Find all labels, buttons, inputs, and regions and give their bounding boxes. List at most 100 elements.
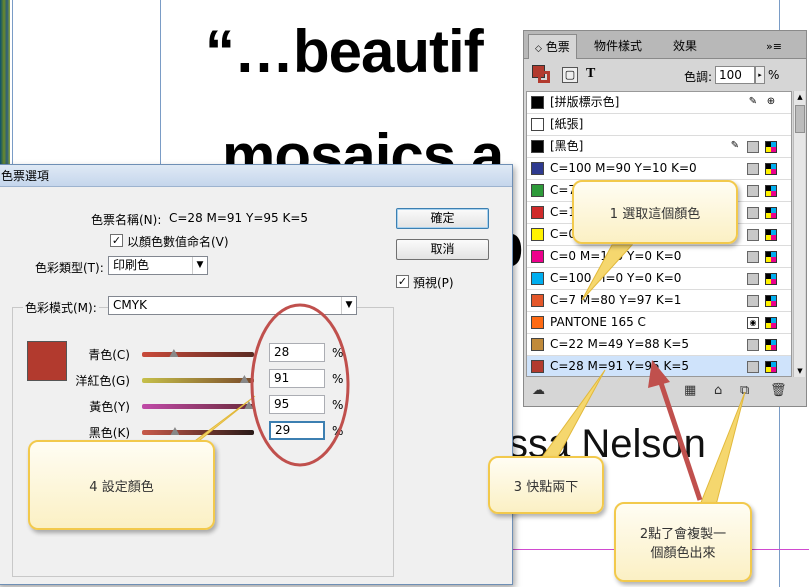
cmyk-mode-icon xyxy=(765,229,777,241)
cmyk-mode-icon xyxy=(765,141,777,153)
preview-checkbox[interactable]: ✓ xyxy=(396,275,409,288)
yellow-value-input[interactable]: 95 xyxy=(269,395,325,414)
no-edit-icon: ✎ xyxy=(748,96,758,107)
fill-stroke-icon[interactable] xyxy=(532,65,550,83)
percent-sign: % xyxy=(332,424,344,438)
process-color-icon xyxy=(747,229,759,241)
new-swatch-icon[interactable]: ⧉ xyxy=(740,384,749,398)
text-formatting-icon[interactable]: T xyxy=(586,66,595,82)
channel-label: 青色(C) xyxy=(88,348,130,362)
color-type-value: 印刷色 xyxy=(113,258,150,272)
process-color-icon xyxy=(747,273,759,285)
swatch-color-chip xyxy=(531,162,544,175)
delete-swatch-icon[interactable]: 🗑 xyxy=(770,384,787,398)
swatch-color-chip xyxy=(531,360,544,373)
callout-2-pointer xyxy=(699,391,746,506)
cloud-library-icon[interactable]: ☁ xyxy=(532,384,545,398)
spot-color-icon: ◉ xyxy=(747,317,759,329)
callout-text: 3 快點兩下 xyxy=(513,479,579,495)
swatch-row[interactable]: [拼版標示色] ⊕ ✎ xyxy=(527,92,791,114)
cmyk-mode-icon xyxy=(765,273,777,285)
cmyk-mode-icon xyxy=(765,361,777,373)
panel-footer: ☁ ▦ ⌂ ⧉ 🗑 xyxy=(524,378,806,406)
percent-sign: % xyxy=(332,346,344,360)
swatch-name: C=0 M=100 Y=0 K=0 xyxy=(550,249,682,263)
tint-label: 色調: xyxy=(684,70,713,84)
scroll-up-arrow[interactable]: ▲ xyxy=(794,91,806,103)
swatch-row[interactable]: [黑色] ✎ xyxy=(527,136,791,158)
swatch-row[interactable]: C=100 M=90 Y=10 K=0 xyxy=(527,158,791,180)
process-color-icon xyxy=(747,295,759,307)
panel-menu-button[interactable]: »≡ xyxy=(760,34,788,59)
swatch-row[interactable]: C=28 M=91 Y=95 K=5 xyxy=(527,356,791,376)
swatch-name: C=100 M=90 Y=10 K=0 xyxy=(550,161,697,175)
document-headline-line1: “…beautif xyxy=(205,18,484,85)
new-color-group-icon[interactable]: ⌂ xyxy=(714,384,722,398)
scroll-thumb[interactable] xyxy=(795,105,805,133)
callout-text: 1 選取這個顏色 xyxy=(609,206,701,222)
swatch-name-value: C=28 M=91 Y=95 K=5 xyxy=(169,211,309,225)
yellow-slider-track[interactable] xyxy=(142,404,254,409)
swatch-row[interactable]: C=0 M=100 Y=0 K=0 xyxy=(527,246,791,268)
process-color-icon xyxy=(747,185,759,197)
swatch-name: C=7 M=80 Y=97 K=1 xyxy=(550,293,682,307)
magenta-value-input[interactable]: 91 xyxy=(269,369,325,388)
tab-label: 色票 xyxy=(545,40,570,54)
cmyk-mode-icon xyxy=(765,317,777,329)
scroll-down-arrow[interactable]: ▼ xyxy=(794,365,806,377)
callout-select-color: 1 選取這個顏色 xyxy=(572,180,738,244)
swatch-color-chip xyxy=(531,140,544,153)
channel-label: 黑色(K) xyxy=(88,426,130,440)
swatch-list-scrollbar[interactable]: ▲ ▼ xyxy=(793,91,805,377)
swatch-row[interactable]: [紙張] xyxy=(527,114,791,136)
cmyk-mode-icon xyxy=(765,339,777,351)
black-slider-track[interactable] xyxy=(142,430,254,435)
tab-effects[interactable]: 效果 xyxy=(667,34,703,59)
tint-dropdown-arrow[interactable]: ▸ xyxy=(755,66,765,84)
swatch-name: C=28 M=91 Y=95 K=5 xyxy=(550,359,690,373)
tab-label: 效果 xyxy=(673,39,698,53)
swatch-row[interactable]: C=7 M=80 Y=97 K=1 xyxy=(527,290,791,312)
preview-label: 預視(P) xyxy=(413,276,454,290)
color-mode-label: 色彩模式(M): xyxy=(23,299,99,316)
swatch-color-chip xyxy=(531,184,544,197)
cancel-button[interactable]: 取消 xyxy=(396,239,489,260)
cmyk-mode-icon xyxy=(765,163,777,175)
dialog-titlebar[interactable]: 色票選項 xyxy=(0,165,512,187)
tint-unit: % xyxy=(768,68,780,82)
cyan-value-input[interactable]: 28 xyxy=(269,343,325,362)
swatch-color-chip xyxy=(531,338,544,351)
swatch-row[interactable]: C=100 M=0 Y=0 K=0 xyxy=(527,268,791,290)
chevron-down-icon: ▼ xyxy=(192,257,207,274)
swatch-name: [紙張] xyxy=(550,117,584,131)
collapse-arrows-icon: ◇ xyxy=(535,44,542,54)
swatch-row[interactable]: C=22 M=49 Y=88 K=5 xyxy=(527,334,791,356)
tab-object-styles[interactable]: 物件樣式 xyxy=(588,34,648,59)
cyan-slider-track[interactable] xyxy=(142,352,254,357)
container-formatting-icon[interactable]: ▢ xyxy=(562,67,578,83)
callout-text: 2點了會複製一 xyxy=(639,527,727,542)
color-mode-select[interactable]: CMYK ▼ xyxy=(108,296,357,315)
show-swatch-views-icon[interactable]: ▦ xyxy=(684,384,696,398)
process-color-icon xyxy=(747,361,759,373)
swatch-name: C=22 M=49 Y=88 K=5 xyxy=(550,337,690,351)
registration-icon: ⊕ xyxy=(766,96,776,107)
process-color-icon xyxy=(747,339,759,351)
black-value-input[interactable]: 29 xyxy=(269,421,325,440)
callout-double-click: 3 快點兩下 xyxy=(488,456,604,514)
color-mode-value: CMYK xyxy=(113,298,147,312)
cmyk-mode-icon xyxy=(765,251,777,263)
swatch-name-label: 色票名稱(N): xyxy=(91,213,162,227)
name-with-value-label: 以顏色數值命名(V) xyxy=(127,235,229,249)
tab-swatches[interactable]: ◇ 色票 xyxy=(528,34,577,59)
tab-label: 物件樣式 xyxy=(594,39,643,53)
ok-button[interactable]: 確定 xyxy=(396,208,489,229)
callout-duplicate-color: 2點了會複製一 個顏色出來 xyxy=(614,502,752,582)
margin-guide xyxy=(160,0,161,165)
color-type-select[interactable]: 印刷色 ▼ xyxy=(108,256,208,275)
swatch-row[interactable]: PANTONE 165 C ◉ xyxy=(527,312,791,334)
tint-input[interactable]: 100 xyxy=(715,66,755,84)
magenta-slider-track[interactable] xyxy=(142,378,254,383)
callout-text: 個顏色出來 xyxy=(650,546,716,561)
name-with-value-checkbox[interactable]: ✓ xyxy=(110,234,123,247)
